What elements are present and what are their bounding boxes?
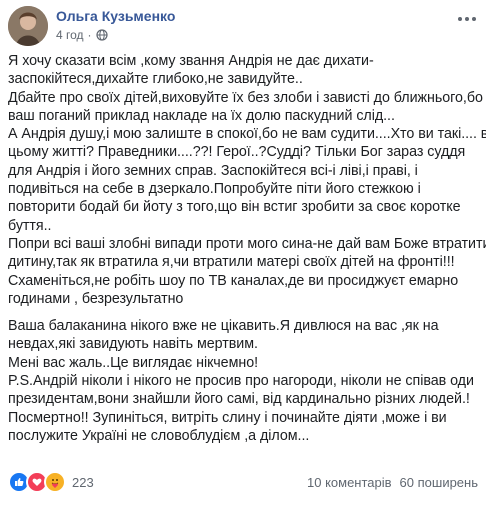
- post-line: P.S.Андрій ніколи і нікого не просив про…: [8, 373, 474, 390]
- reactions-summary[interactable]: 223: [8, 471, 94, 493]
- post-line: годинами , безрезультатно: [8, 290, 184, 307]
- post-body: Я хочу сказати всім ,кому звання Андрія …: [8, 52, 486, 445]
- author-name[interactable]: Ольга Кузьменко: [56, 8, 175, 24]
- post-header: Ольга Кузьменко 4 год ·: [8, 6, 478, 46]
- post-line: Мені вас жаль..Це виглядає нікчемно!: [8, 354, 259, 371]
- facebook-post: Ольга Кузьменко 4 год · Я хочу сказати в…: [0, 0, 486, 505]
- comments-link[interactable]: 10 коментарів: [307, 475, 392, 490]
- post-meta: 4 год ·: [56, 28, 108, 42]
- care-icon: [44, 471, 66, 493]
- post-line: Попри всі ваші злобні випади проти мого …: [8, 235, 486, 252]
- more-options-icon[interactable]: [456, 12, 478, 26]
- post-line: подивіться на себе в дзеркало.Попробуйте…: [8, 181, 421, 198]
- engagement-stats: 10 коментарів 60 поширень: [307, 475, 478, 490]
- reaction-count: 223: [72, 474, 94, 490]
- post-line: невдах,які завидують навіть мертвим.: [8, 336, 258, 353]
- post-line: Я хочу сказати всім ,кому звання Андрія …: [8, 53, 374, 69]
- shares-link[interactable]: 60 поширень: [400, 475, 478, 490]
- post-line: буття..: [8, 217, 52, 234]
- post-line: повторити бодай би йоту з того,що він вс…: [8, 199, 461, 216]
- post-line: цьому житті? Праведники....??! Герої..?С…: [8, 144, 466, 161]
- post-line: Посмертно!! Зупиніться, витріть слину і …: [8, 409, 447, 426]
- post-line: Дбайте про своїх дітей,виховуйте їх без …: [8, 89, 483, 106]
- post-line: Схаменіться,не робіть шоу по ТВ каналах,…: [8, 272, 459, 289]
- post-timestamp[interactable]: 4 год: [56, 28, 84, 42]
- post-line: для Андрія і його земних справ. Заспокій…: [8, 162, 418, 179]
- post-line: Ваша балаканина нікого вже не цікавить.Я…: [8, 318, 439, 335]
- post-line: дитину,так як втратила я,чи втратили мат…: [8, 254, 455, 271]
- post-line: заспокійтеся,дихайте глибоко,не завидуйт…: [8, 71, 303, 88]
- post-line: президентам,вони знайшли його самі, від …: [8, 391, 470, 408]
- globe-icon: [95, 29, 108, 41]
- post-line: ваш поганий приклад накладе на їх долю п…: [8, 107, 395, 124]
- separator-dot: ·: [87, 28, 92, 42]
- post-footer: 223 10 коментарів 60 поширень: [8, 471, 478, 493]
- avatar[interactable]: [8, 6, 48, 46]
- post-line: А Андрія душу,і мою залиште в спокої,бо …: [8, 126, 486, 143]
- post-line: послужите Україні не словоблудієм ,а діл…: [8, 427, 310, 444]
